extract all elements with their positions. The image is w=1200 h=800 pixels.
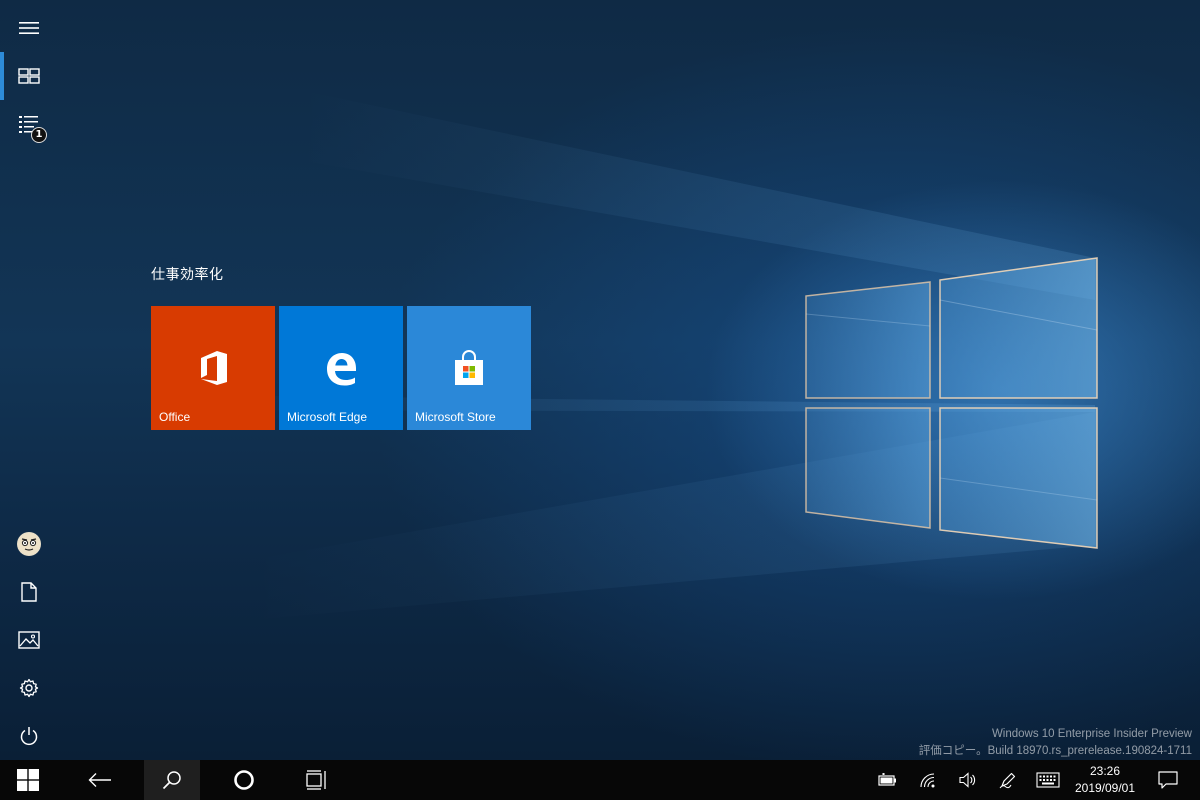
start-windows-icon [17, 769, 39, 791]
start-button[interactable] [0, 760, 56, 800]
power-icon [20, 727, 38, 746]
all-apps-button[interactable]: 1 [0, 100, 58, 148]
back-arrow-icon [88, 773, 111, 787]
pictures-icon [18, 631, 40, 649]
watermark-build: 評価コピー。Build 18970.rs_prerelease.190824-1… [918, 745, 1192, 757]
pinned-tiles-button[interactable] [0, 52, 58, 100]
network-button[interactable] [910, 760, 946, 800]
store-icon [455, 350, 483, 385]
tile-office-label: Office [159, 410, 191, 424]
clock-time: 23:26 [1089, 764, 1121, 778]
edge-icon [327, 353, 356, 386]
settings-gear-icon [19, 678, 39, 698]
tile-microsoft-edge-label: Microsoft Edge [287, 410, 368, 424]
wifi-icon [920, 773, 935, 788]
office-icon [201, 351, 227, 385]
volume-icon [959, 772, 976, 788]
touch-keyboard-icon [1036, 772, 1060, 788]
pen-icon [999, 772, 1016, 789]
taskbar-clock[interactable]: 23:26 2019/09/01 [1068, 760, 1142, 800]
hamburger-menu-button[interactable] [0, 4, 58, 52]
cortana-button[interactable] [216, 760, 272, 800]
task-view-button[interactable] [288, 760, 344, 800]
search-button[interactable] [144, 760, 200, 800]
cortana-icon [234, 770, 254, 790]
documents-button[interactable] [0, 568, 58, 616]
settings-button[interactable] [0, 664, 58, 712]
watermark-edition: Windows 10 Enterprise Insider Preview [991, 728, 1192, 740]
new-apps-badge: 1 [31, 127, 47, 143]
hamburger-menu-icon [19, 22, 39, 34]
pictures-button[interactable] [0, 616, 58, 664]
volume-button[interactable] [950, 760, 986, 800]
battery-icon [878, 773, 896, 786]
tile-microsoft-edge[interactable]: Microsoft Edge [279, 306, 403, 430]
power-button[interactable] [0, 712, 58, 760]
touch-keyboard-button[interactable] [1028, 760, 1068, 800]
tile-group-title[interactable]: 仕事効率化 [151, 264, 224, 284]
insider-preview-watermark: Windows 10 Enterprise Insider Preview 評価… [919, 726, 1192, 760]
windows-ink-button[interactable] [990, 760, 1026, 800]
task-view-icon [306, 770, 326, 790]
start-left-rail: 1 [0, 0, 58, 760]
pinned-tiles-icon [18, 68, 40, 84]
user-avatar [17, 532, 41, 556]
battery-button[interactable] [870, 760, 906, 800]
action-center-button[interactable] [1148, 760, 1188, 800]
documents-icon [21, 582, 37, 602]
back-button[interactable] [72, 760, 128, 800]
action-center-icon [1158, 771, 1178, 789]
taskbar: 23:26 2019/09/01 [0, 760, 1200, 800]
tile-office[interactable]: Office [151, 306, 275, 430]
avatar-face-icon [18, 533, 40, 555]
clock-date: 2019/09/01 [1074, 781, 1136, 795]
search-icon [162, 771, 181, 790]
tile-microsoft-store-label: Microsoft Store [415, 410, 496, 424]
tile-microsoft-store[interactable]: Microsoft Store [407, 306, 531, 430]
user-account-button[interactable] [0, 520, 58, 568]
